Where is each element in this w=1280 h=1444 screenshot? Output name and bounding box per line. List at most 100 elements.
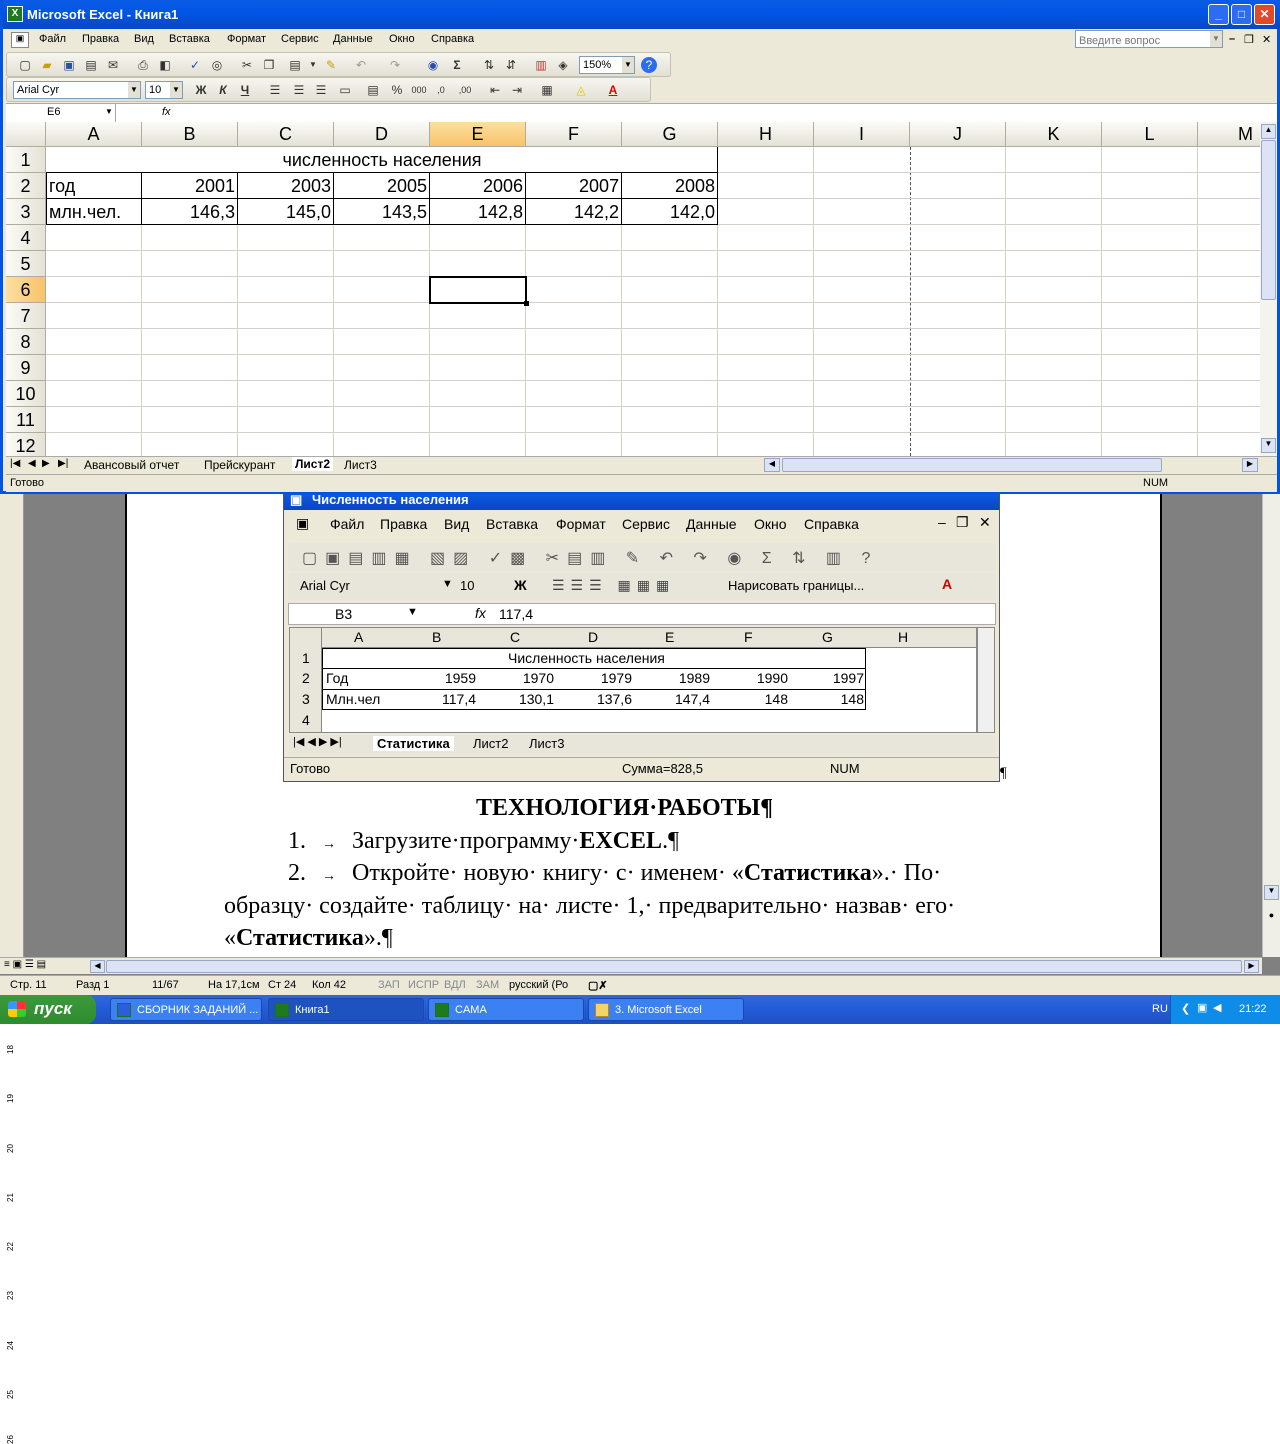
scroll-left-icon[interactable]: ◀ [90,960,105,973]
tab-list2[interactable]: Лист2 [292,457,334,471]
task-sbornik[interactable]: СБОРНИК ЗАДАНИЙ ... [110,998,262,1021]
tab-preiskurant[interactable]: Прейскурант [204,458,275,472]
row-header-8[interactable]: 8 [6,329,46,355]
cell-f2[interactable]: 2007 [526,173,622,199]
new-icon[interactable]: ▢ [17,57,33,73]
title-bar[interactable]: X Microsoft Excel - Книга1 _ □ ✕ [3,0,1280,29]
cut-icon[interactable]: ✂ [239,57,255,73]
cell-a2[interactable]: год [46,173,142,199]
cell-d2[interactable]: 2005 [334,173,430,199]
maximize-button[interactable]: □ [1231,4,1252,25]
doc-minimize-icon[interactable]: – [1229,33,1235,45]
italic-icon[interactable]: К [215,82,231,98]
language-indicator[interactable]: RU [1152,1003,1168,1015]
drawing-icon[interactable]: ◈ [555,57,571,73]
col-header-c[interactable]: C [238,122,334,147]
zoom-select[interactable]: 150% ▼ [579,56,635,74]
paste-dropdown-icon[interactable]: ▼ [305,57,321,73]
font-name-select[interactable]: Arial Cyr ▼ [13,81,141,99]
increase-decimal-icon[interactable]: ,0 [433,82,449,98]
view-buttons[interactable]: ≡ ▣ ☰ ▤ [4,959,46,970]
scroll-thumb[interactable] [106,960,1242,973]
cell-c2[interactable]: 2003 [238,173,334,199]
cell-g3[interactable]: 142,0 [622,199,718,225]
copy-icon[interactable]: ❐ [261,57,277,73]
cell-a1-title[interactable]: численность населения [46,147,718,173]
menu-help[interactable]: Справка [431,33,474,45]
menu-tools[interactable]: Сервис [281,33,319,45]
help-icon[interactable]: ? [641,57,657,73]
help-search-input[interactable]: Введите вопрос ▼ [1075,30,1223,48]
row-header-5[interactable]: 5 [6,251,46,277]
close-button[interactable]: ✕ [1254,4,1275,25]
chart-wizard-icon[interactable]: ▥ [533,57,549,73]
hyperlink-icon[interactable]: ◉ [425,57,441,73]
task-folder[interactable]: 3. Microsoft Excel [588,998,744,1021]
workbook-icon[interactable]: ▣ [11,32,29,48]
col-header-g[interactable]: G [622,122,718,147]
hscroll-right-icon[interactable]: ▶ [1242,458,1258,472]
active-cell-e6[interactable] [429,276,527,304]
redo-icon[interactable]: ↷ [387,57,403,73]
col-header-m[interactable]: M [1198,122,1260,147]
scroll-right-icon[interactable]: ▶ [1244,960,1259,973]
excel-app-icon[interactable]: X [7,6,23,22]
fill-handle[interactable] [524,301,529,306]
decrease-indent-icon[interactable]: ⇤ [487,82,503,98]
task-kniga1[interactable]: Книга1 [268,998,424,1021]
row-header-7[interactable]: 7 [6,303,46,329]
vertical-scrollbar[interactable]: ▲ ▼ [1260,122,1277,456]
dropdown-icon[interactable]: ▼ [128,82,140,98]
col-header-i[interactable]: I [814,122,910,147]
dropdown-icon[interactable]: ▼ [103,104,115,120]
col-header-h[interactable]: H [718,122,814,147]
cell-b2[interactable]: 2001 [142,173,238,199]
cell-d3[interactable]: 143,5 [334,199,430,225]
sort-desc-icon[interactable]: ⇵ [503,57,519,73]
percent-icon[interactable]: % [389,82,405,98]
bold-icon[interactable]: Ж [193,82,209,98]
col-header-b[interactable]: B [142,122,238,147]
status-ovr[interactable]: ЗАМ [476,979,499,991]
cell-f3[interactable]: 142,2 [526,199,622,225]
print-preview-icon[interactable]: ◧ [157,57,173,73]
scroll-down-icon[interactable]: ▼ [1264,885,1279,900]
tab-last-icon[interactable]: ▶| [58,458,68,469]
menu-format[interactable]: Формат [227,33,266,45]
cell-a3[interactable]: млн.чел. [46,199,142,225]
format-painter-icon[interactable]: ✎ [323,57,339,73]
sort-asc-icon[interactable]: ⇅ [481,57,497,73]
dropdown-icon[interactable]: ▼ [170,82,182,98]
spelling-status-icon[interactable]: ▢✗ [588,979,608,992]
align-center-icon[interactable]: ☰ [291,82,307,98]
menu-file[interactable]: Файл [39,33,66,45]
tab-list3[interactable]: Лист3 [344,458,377,472]
task-cama[interactable]: CAMA [428,998,584,1021]
tab-first-icon[interactable]: |◀ [10,458,20,469]
row-header-3[interactable]: 3 [6,199,46,225]
worksheet-grid[interactable]: A B C D E F G H I J K L M 1 2 3 4 5 6 7 … [6,122,1260,456]
tray-arrow-icon[interactable]: ❮ [1181,1002,1190,1015]
menu-window[interactable]: Окно [389,33,415,45]
research-icon[interactable]: ◎ [209,57,225,73]
col-header-l[interactable]: L [1102,122,1198,147]
cell-e3[interactable]: 142,8 [430,199,526,225]
increase-indent-icon[interactable]: ⇥ [509,82,525,98]
col-header-a[interactable]: A [46,122,142,147]
undo-icon[interactable]: ↶ [353,57,369,73]
scroll-up-icon[interactable]: ▲ [1261,124,1276,139]
fx-icon[interactable]: fx [162,106,171,118]
row-header-6[interactable]: 6 [6,277,46,303]
network-icon[interactable]: ▣ [1197,1001,1207,1014]
dropdown-icon[interactable]: ▼ [1210,31,1222,47]
permission-icon[interactable]: ▤ [83,57,99,73]
underline-icon[interactable]: Ч [237,82,253,98]
spelling-icon[interactable]: ✓ [187,57,203,73]
row-header-9[interactable]: 9 [6,355,46,381]
cell-g2[interactable]: 2008 [622,173,718,199]
thousands-icon[interactable]: 000 [411,82,427,98]
status-rec[interactable]: ЗАП [378,979,400,991]
word-vertical-scrollbar[interactable]: ▼ ● [1262,490,1280,957]
email-icon[interactable]: ✉ [105,57,121,73]
borders-icon[interactable]: ▦ [539,82,555,98]
